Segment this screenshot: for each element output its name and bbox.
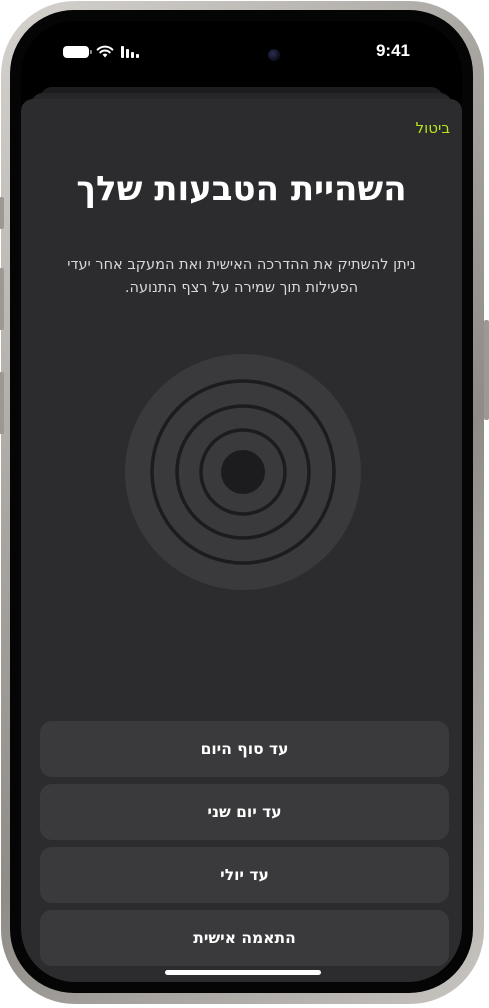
battery-icon [63, 45, 92, 58]
page-title: השהיית הטבעות שלך [76, 169, 407, 209]
status-time: 9:41 [375, 41, 410, 60]
cancel-button[interactable]: ביטול [416, 119, 450, 137]
front-camera-icon [268, 49, 280, 61]
cellular-signal-icon [121, 45, 139, 58]
side-power-button [484, 320, 489, 420]
rings-center [221, 450, 265, 494]
wifi-icon [96, 45, 114, 58]
option-end-of-day-button[interactable]: עד סוף היום [40, 721, 449, 777]
option-custom-button[interactable]: התאמה אישית [40, 910, 449, 966]
action-button [0, 197, 4, 229]
option-until-monday-button[interactable]: עד יום שני [40, 784, 449, 840]
status-icons [63, 45, 139, 58]
screen: 9:41 ביטול השהיית הטבעות שלך ניתן להשתיק… [21, 21, 462, 982]
option-until-july-button[interactable]: עד יולי [40, 847, 449, 903]
pause-rings-sheet: ביטול השהיית הטבעות שלך ניתן להשתיק את ה… [21, 99, 462, 982]
volume-down-button [0, 372, 4, 434]
activity-rings-icon [125, 354, 361, 590]
home-indicator[interactable] [165, 970, 321, 975]
dynamic-island [183, 39, 300, 71]
volume-up-button [0, 268, 4, 330]
description-text: ניתן להשתיק את ההדרכה האישית ואת המעקב א… [67, 257, 416, 296]
status-bar: 9:41 [21, 21, 462, 91]
